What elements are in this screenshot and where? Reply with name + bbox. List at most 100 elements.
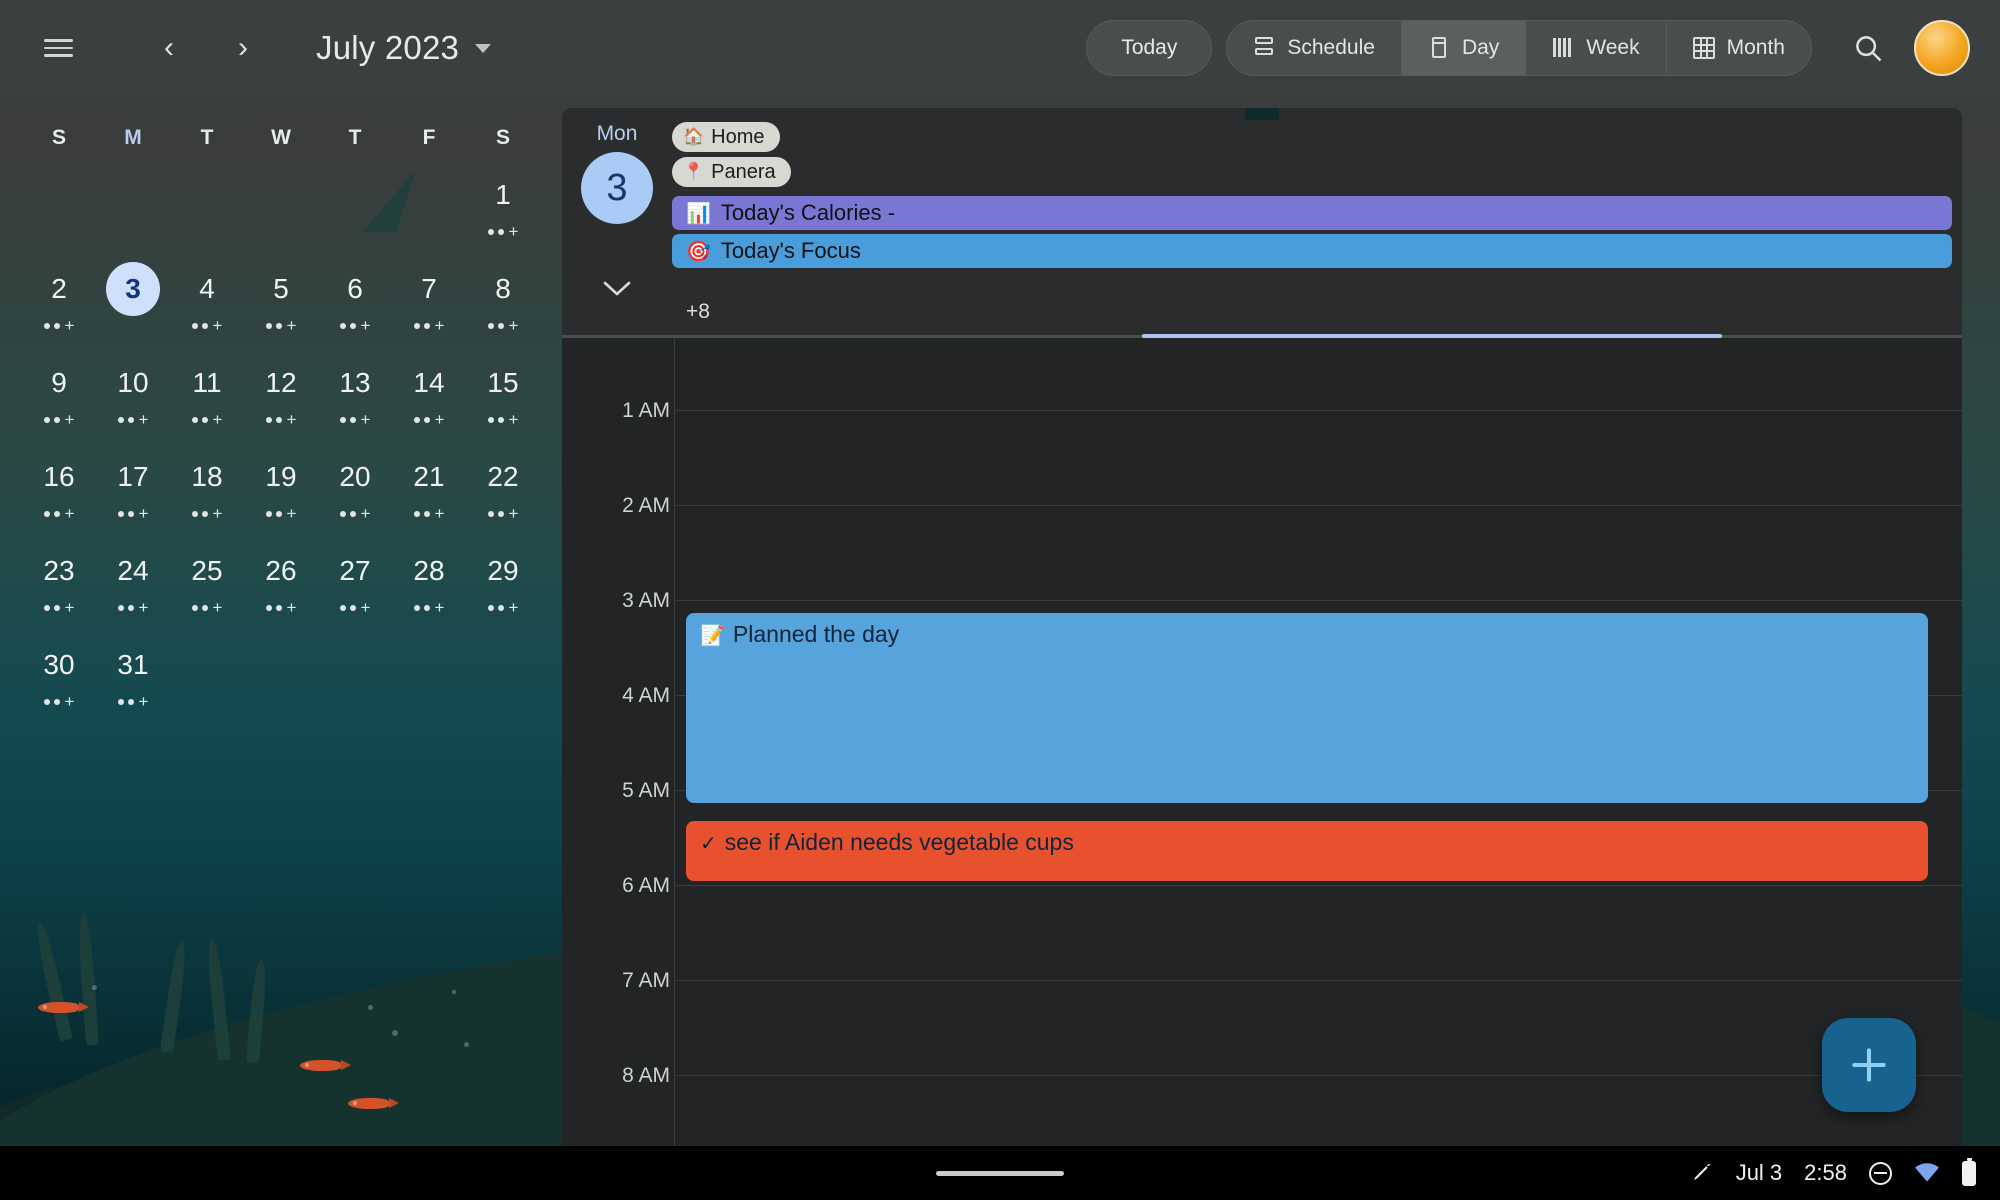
calendar-event-1[interactable]: ✓ see if Aiden needs vegetable cups [686,821,1928,881]
calendar-event-title: Planned the day [732,621,900,647]
hour-label: 2 AM [622,494,670,517]
time-grid-scroll[interactable]: 1 AM 2 AM 3 AM 4 AM 5 AM 6 AM 7 AM 8 AM 📝 Planned… [562,338,1962,1160]
mini-calendar-day-14[interactable]: 14 + [392,356,466,434]
mini-calendar-day-6[interactable]: 6 + [318,262,392,340]
today-button[interactable]: Today [1086,20,1213,76]
mini-calendar-day-11[interactable]: 11 + [170,356,244,434]
mini-calendar-day-18[interactable]: 18 + [170,450,244,528]
mini-calendar-day-number: 24 [117,555,149,586]
chip-panera[interactable]: 📍 Panera [672,157,791,187]
tab-week-label: Week [1586,36,1640,59]
hour-row-0[interactable]: 1 AM [562,399,1962,505]
event-indicator-dots: + [43,693,74,710]
hour-gridline [674,1075,1962,1076]
event-indicator-dots: + [339,505,370,522]
calendar-event-title: see if Aiden needs vegetable cups [724,829,1074,855]
mini-calendar-day-number: 10 [117,367,149,398]
tab-month[interactable]: Month [1667,21,1811,75]
hour-row-6[interactable]: 7 AM [562,969,1962,1075]
mini-calendar-day-24[interactable]: 24 + [96,544,170,622]
mini-calendar-day-22[interactable]: 22 + [466,450,540,528]
mini-calendar-day-15[interactable]: 15 + [466,356,540,434]
mini-calendar-dow-4: T [348,126,362,149]
hour-row-1[interactable]: 2 AM [562,494,1962,600]
hour-gridline [674,410,1962,411]
event-indicator-dots: + [117,505,148,522]
search-icon[interactable] [1838,18,1898,78]
panel-drag-handle[interactable] [1245,108,1279,120]
mini-calendar-day-9[interactable]: 9 + [22,356,96,434]
tab-day[interactable]: Day [1401,21,1527,75]
mini-calendar-day-number: 25 [191,555,223,586]
mini-calendar-day-31[interactable]: 31 + [96,638,170,716]
mini-calendar-day-12[interactable]: 12 + [244,356,318,434]
all-day-event-calories[interactable]: 📊 Today's Calories - [672,196,1952,230]
mini-calendar-day-number: 2 [51,273,67,304]
event-indicator-dots: + [191,317,222,334]
tab-week[interactable]: Week [1526,21,1667,75]
mini-calendar-day-number: 14 [413,367,445,398]
mini-calendar-day-7[interactable]: 7 + [392,262,466,340]
mini-calendar-day-26[interactable]: 26 + [244,544,318,622]
tab-schedule[interactable]: Schedule [1227,21,1402,75]
chip-panera-label: Panera [711,160,776,183]
more-events-count[interactable]: +8 [686,300,710,324]
mini-calendar-day-3[interactable]: 3 [96,262,170,340]
view-controls: Today Schedule Day Week Month [1086,18,2000,78]
all-day-event-focus[interactable]: 🎯 Today's Focus [672,234,1952,268]
tray-time[interactable]: 2:58 [1804,1160,1847,1186]
chip-home[interactable]: 🏠 Home [672,122,780,152]
mini-calendar-day-number: 30 [43,649,75,680]
mini-calendar-day-27[interactable]: 27 + [318,544,392,622]
view-switcher: Schedule Day Week Month [1226,20,1812,76]
mini-calendar-day-13[interactable]: 13 + [318,356,392,434]
calendar-event-0[interactable]: 📝 Planned the day [686,613,1928,803]
month-title-dropdown[interactable]: July 2023 [316,29,492,67]
mini-calendar-day-number: 19 [265,461,297,492]
day-header-date: Mon 3 [562,108,672,338]
mini-calendar-blank [22,168,96,246]
add-event-button[interactable] [1822,1018,1916,1112]
mini-calendar-day-19[interactable]: 19 + [244,450,318,528]
event-indicator-dots: + [43,599,74,616]
mini-calendar-day-8[interactable]: 8 + [466,262,540,340]
mini-calendar-day-16[interactable]: 16 + [22,450,96,528]
app-bar: ‹ › July 2023 Today Schedule Day Week Mo… [0,0,2000,96]
tray-date[interactable]: Jul 3 [1736,1160,1782,1186]
hour-row-5[interactable]: 6 AM [562,874,1962,980]
mini-calendar-day-1[interactable]: 1 + [466,168,540,246]
do-not-disturb-icon[interactable] [1869,1161,1892,1185]
day-number-badge[interactable]: 3 [581,152,653,224]
hamburger-menu-icon[interactable] [30,20,86,76]
chevron-down-icon[interactable] [591,266,643,310]
mini-calendar-day-21[interactable]: 21 + [392,450,466,528]
mini-calendar-day-23[interactable]: 23 + [22,544,96,622]
day-header: Mon 3 🏠 Home 📍 Panera 📊 Today's Calories… [562,108,1962,338]
screen: ‹ › July 2023 Today Schedule Day Week Mo… [0,0,2000,1200]
shelf-drag-handle[interactable] [936,1170,1064,1176]
event-indicator-dots: + [487,223,518,240]
chevron-right-icon[interactable]: › [216,21,270,75]
mini-calendar-day-20[interactable]: 20 + [318,450,392,528]
mini-calendar-day-29[interactable]: 29 + [466,544,540,622]
mini-calendar-day-5[interactable]: 5 + [244,262,318,340]
event-indicator-dots: + [43,317,74,334]
tab-month-label: Month [1726,36,1785,59]
mini-calendar-day-10[interactable]: 10 + [96,356,170,434]
mini-calendar-day-30[interactable]: 30 + [22,638,96,716]
mini-calendar-day-17[interactable]: 17 + [96,450,170,528]
chip-row: 📍 Panera [672,157,1952,192]
stylus-pen-icon[interactable] [1688,1160,1714,1186]
wifi-icon[interactable] [1914,1160,1940,1186]
avatar[interactable] [1914,20,1970,76]
mini-calendar-day-number: 16 [43,461,75,492]
mini-calendar-day-2[interactable]: 2 + [22,262,96,340]
chevron-left-icon[interactable]: ‹ [142,21,196,75]
event-indicator-dots: + [487,599,518,616]
mini-calendar-day-28[interactable]: 28 + [392,544,466,622]
hour-gridline [674,505,1962,506]
mini-calendar-day-25[interactable]: 25 + [170,544,244,622]
mini-calendar-dow-6: S [495,126,510,149]
battery-icon[interactable] [1962,1157,1976,1186]
mini-calendar-day-4[interactable]: 4 + [170,262,244,340]
